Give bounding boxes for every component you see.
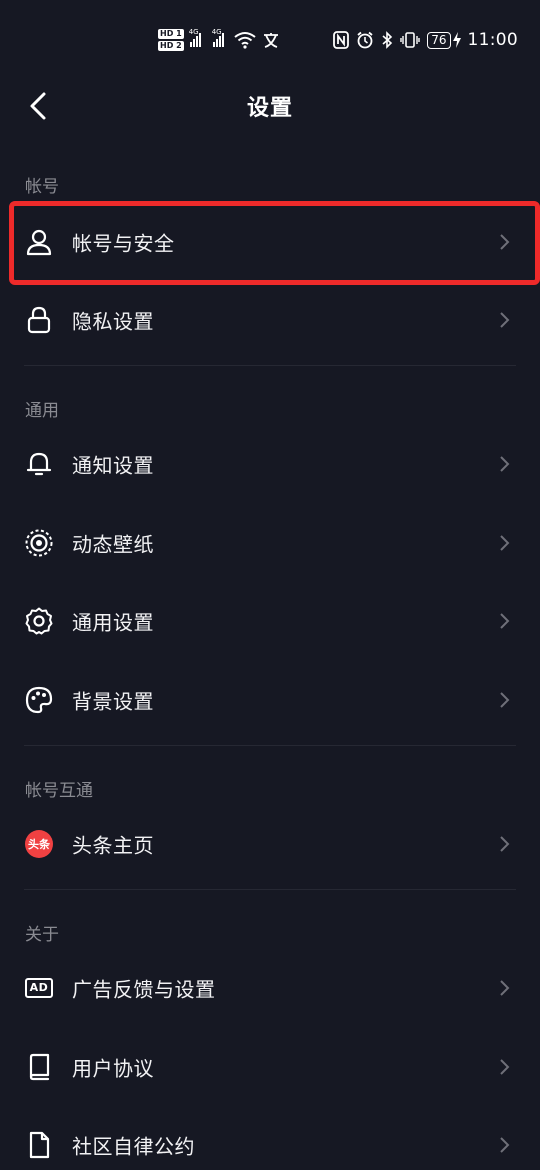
- row-label: 通用设置: [72, 610, 154, 635]
- row-label: 帐号与安全: [72, 231, 175, 256]
- signal-2-label: 4G: [211, 28, 222, 36]
- row-background-settings[interactable]: 背景设置: [0, 670, 540, 730]
- section-label-about: 关于: [25, 925, 59, 945]
- chevron-right-icon: [500, 1059, 510, 1075]
- row-community-guidelines[interactable]: 社区自律公约: [0, 1115, 540, 1170]
- lock-icon: [24, 305, 54, 335]
- clock: 11:00: [467, 30, 518, 50]
- row-label: 动态壁纸: [72, 532, 154, 557]
- chevron-right-icon: [500, 836, 510, 852]
- translate-icon: [263, 33, 278, 48]
- signal-1-label: 4G: [188, 28, 199, 36]
- chevron-right-icon: [500, 456, 510, 472]
- book-icon: [24, 1052, 54, 1082]
- header: 设置: [0, 78, 540, 134]
- ad-icon: AD: [24, 973, 54, 1003]
- live-wallpaper-icon: [24, 528, 54, 558]
- bell-icon: [24, 449, 54, 479]
- row-label: 隐私设置: [72, 309, 154, 334]
- row-notification-settings[interactable]: 通知设置: [0, 434, 540, 494]
- battery-indicator: 76: [427, 31, 451, 49]
- wifi-icon: [234, 32, 256, 49]
- status-bar: HD 1 HD 2 4G 4G 76 11:00: [0, 0, 540, 78]
- row-label: 通知设置: [72, 453, 154, 478]
- signal-2-icon: 4G: [212, 28, 224, 47]
- document-icon: [24, 1130, 54, 1160]
- status-bar-right: 76 11:00: [333, 28, 518, 52]
- row-privacy-settings[interactable]: 隐私设置: [0, 290, 540, 350]
- row-account-security[interactable]: 帐号与安全: [0, 212, 540, 272]
- section-label-account: 帐号: [25, 177, 59, 197]
- chevron-right-icon: [500, 535, 510, 551]
- hd1-badge: HD 1: [158, 29, 184, 39]
- page-title: 设置: [246, 96, 293, 121]
- chevron-right-icon: [500, 234, 510, 250]
- gear-icon: [24, 606, 54, 636]
- chevron-right-icon: [500, 692, 510, 708]
- row-toutiao-homepage[interactable]: 头条 头条主页: [0, 814, 540, 874]
- chevron-right-icon: [500, 1137, 510, 1153]
- palette-icon: [24, 685, 54, 715]
- settings-screen: HD 1 HD 2 4G 4G 76 11:00 设置 帐号 帐号与安全 隐私设…: [0, 0, 540, 1170]
- chevron-right-icon: [500, 312, 510, 328]
- row-label: 广告反馈与设置: [72, 977, 216, 1002]
- section-label-general: 通用: [25, 401, 59, 421]
- row-label: 用户协议: [72, 1056, 154, 1081]
- row-ad-feedback[interactable]: AD 广告反馈与设置: [0, 958, 540, 1018]
- hd-indicators: HD 1 HD 2: [158, 29, 184, 51]
- divider: [24, 889, 516, 890]
- bluetooth-icon: [382, 31, 393, 49]
- row-user-agreement[interactable]: 用户协议: [0, 1037, 540, 1097]
- chevron-right-icon: [500, 613, 510, 629]
- row-label: 社区自律公约: [72, 1134, 195, 1159]
- ad-badge: AD: [24, 978, 54, 998]
- chevron-right-icon: [500, 980, 510, 996]
- row-live-wallpaper[interactable]: 动态壁纸: [0, 513, 540, 573]
- row-general-settings[interactable]: 通用设置: [0, 591, 540, 651]
- divider: [24, 745, 516, 746]
- alarm-icon: [357, 31, 373, 49]
- vibrate-icon: [400, 32, 420, 48]
- charging-icon: [452, 32, 461, 48]
- row-label: 背景设置: [72, 689, 154, 714]
- divider: [24, 365, 516, 366]
- person-icon: [24, 227, 54, 257]
- signal-1-icon: 4G: [189, 28, 201, 47]
- hd2-badge: HD 2: [158, 41, 184, 51]
- nfc-icon: [333, 31, 350, 49]
- toutiao-icon: 头条: [24, 829, 54, 859]
- status-bar-left: HD 1 HD 2 4G 4G: [158, 24, 280, 56]
- section-label-linked: 帐号互通: [25, 781, 93, 801]
- row-label: 头条主页: [72, 833, 154, 858]
- toutiao-badge: 头条: [25, 830, 53, 858]
